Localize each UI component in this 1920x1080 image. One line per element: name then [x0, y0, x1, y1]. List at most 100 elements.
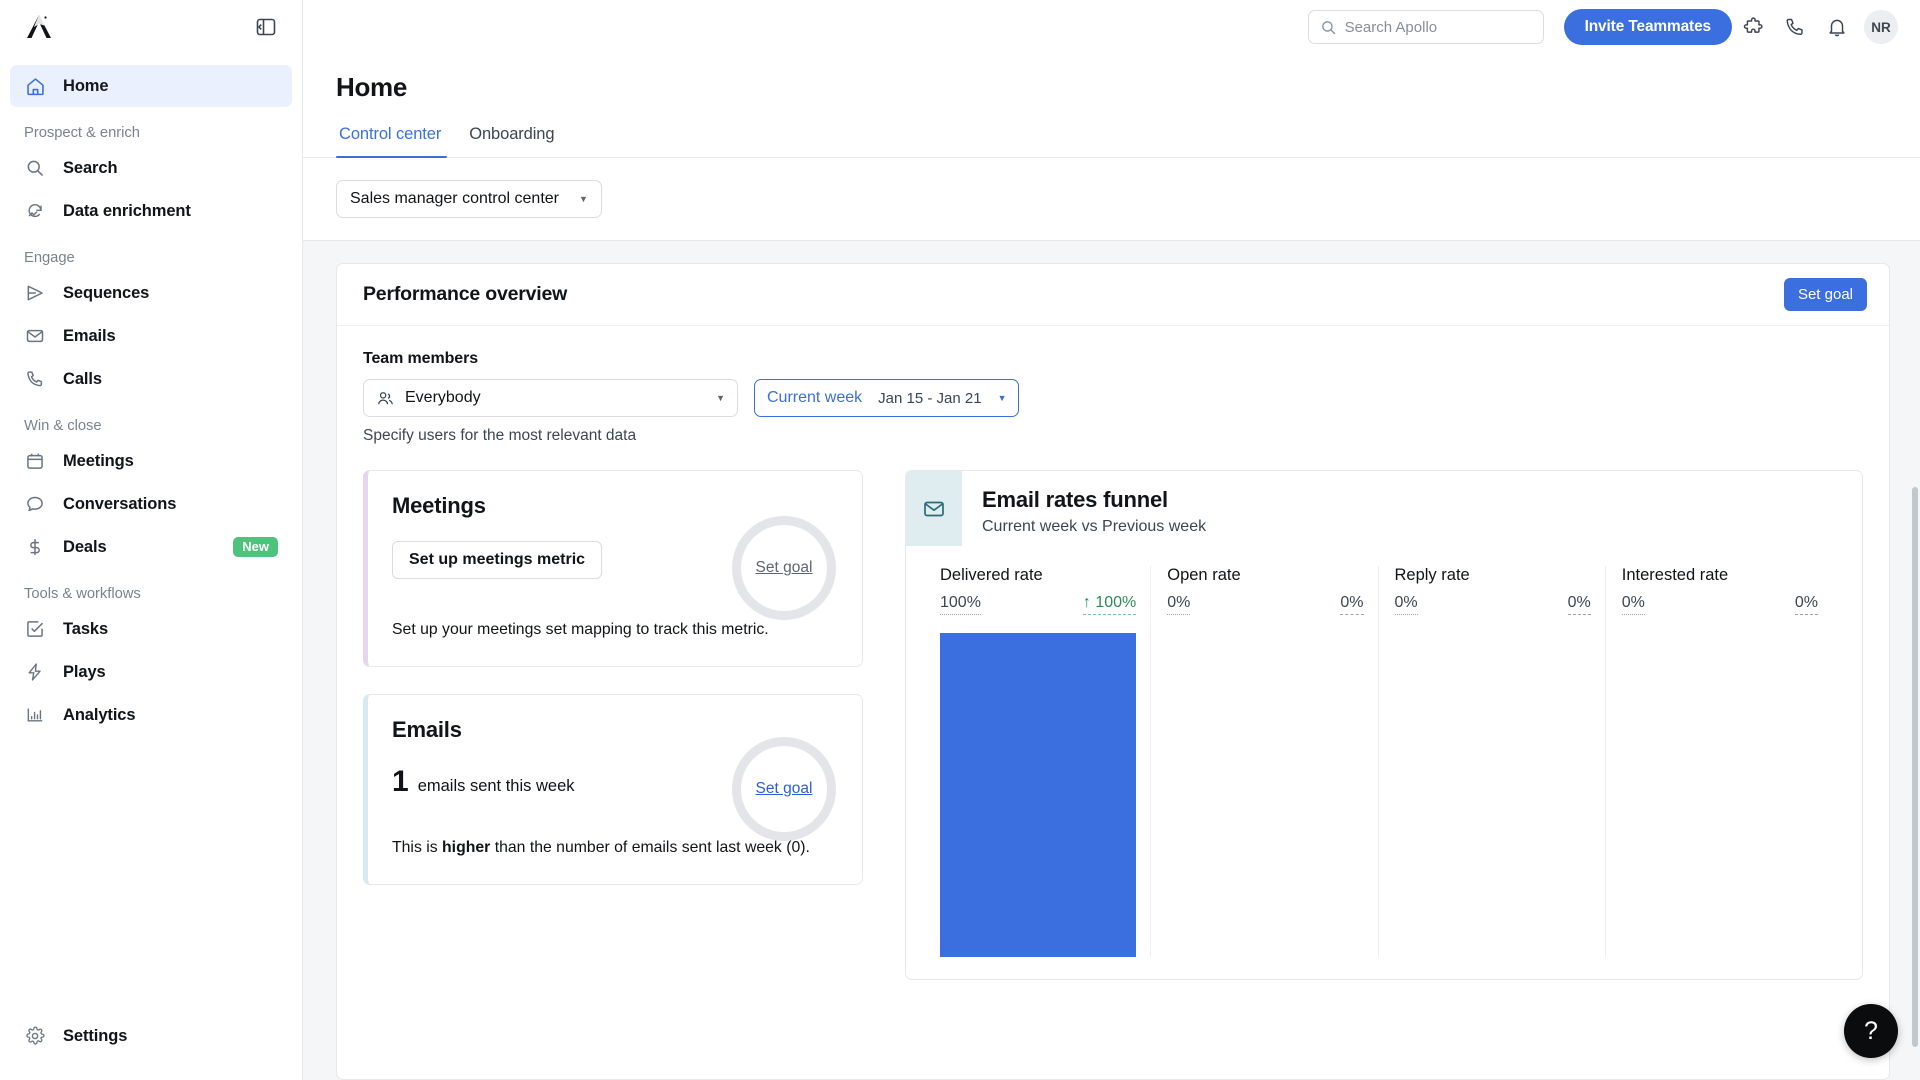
sidebar-item-label: Home: [63, 76, 109, 95]
emails-set-goal-link[interactable]: Set goal: [756, 780, 813, 798]
control-center-select-value: Sales manager control center: [350, 190, 559, 207]
funnel-column-values: 0% 0%: [1621, 594, 1818, 615]
funnel-column-label: Reply rate: [1394, 566, 1470, 584]
funnel-title: Email rates funnel: [982, 487, 1168, 512]
sidebar-item-plays[interactable]: Plays: [10, 651, 292, 693]
funnel-subtitle: Current week vs Previous week: [982, 518, 1207, 535]
emails-footer-post: than the number of emails sent last week…: [490, 838, 810, 856]
avatar[interactable]: NR: [1864, 10, 1898, 44]
funnel-column-label: Delivered rate: [940, 566, 1043, 584]
sidebar-item-analytics[interactable]: Analytics: [10, 694, 292, 736]
meetings-card-title: Meetings: [392, 493, 486, 518]
checkbox-icon: [24, 618, 46, 640]
funnel-column-interested-rate: Interested rate 0% 0%: [1604, 566, 1832, 957]
sidebar-footer: Settings: [0, 1014, 302, 1080]
lightning-icon: [24, 661, 46, 683]
sidebar-item-settings[interactable]: Settings: [10, 1015, 292, 1057]
emails-footer-bold: higher: [442, 838, 491, 856]
funnel-titles: Email rates funnel Current week vs Previ…: [962, 471, 1206, 546]
funnel-current-value[interactable]: 0%: [1167, 594, 1191, 615]
funnel-current-value[interactable]: 100%: [940, 594, 981, 615]
page-header: Home Control center Onboarding Sales man…: [303, 54, 1920, 240]
filters-hint: Specify users for the most relevant data: [363, 427, 637, 444]
sidebar-item-label: Sequences: [63, 283, 150, 302]
team-members-select[interactable]: Everybody ▼: [363, 379, 738, 417]
invite-teammates-button[interactable]: Invite Teammates: [1563, 9, 1732, 45]
funnel-column-reply-rate: Reply rate 0% 0%: [1377, 566, 1605, 957]
emails-count-number: 1: [392, 764, 409, 798]
sidebar-section-title: Win & close: [24, 418, 102, 434]
main-region: Invite Teammates NR Home: [303, 0, 1920, 1080]
app-root: Home Prospect & enrich Search Data enric…: [0, 0, 1920, 1080]
set-goal-button[interactable]: Set goal: [1783, 278, 1867, 311]
metrics-left-column: Meetings Set up meetings metric Set up y…: [363, 470, 863, 980]
date-range-select[interactable]: Current week Jan 15 - Jan 21 ▼: [754, 379, 1020, 417]
funnel-previous-value[interactable]: 0%: [1794, 594, 1818, 615]
sidebar-item-search[interactable]: Search: [10, 147, 292, 189]
sidebar-item-label: Deals: [63, 537, 107, 556]
funnel-bar-area: [1395, 633, 1591, 957]
sidebar-item-meetings[interactable]: Meetings: [10, 440, 292, 482]
search-input[interactable]: [1344, 18, 1532, 36]
gear-icon: [24, 1025, 46, 1047]
search-icon: [24, 157, 46, 179]
funnel-bar-area: [1622, 633, 1818, 957]
bell-icon[interactable]: [1816, 6, 1858, 48]
sidebar-item-home[interactable]: Home: [10, 65, 292, 107]
help-button[interactable]: ?: [1844, 1004, 1898, 1058]
content-area: Performance overview Set goal Team membe…: [303, 240, 1920, 1080]
sidebar-item-label: Plays: [63, 662, 106, 681]
collapse-sidebar-icon[interactable]: [254, 15, 278, 39]
funnel-previous-value[interactable]: ↑ 100%: [1082, 594, 1137, 615]
setup-meetings-metric-button[interactable]: Set up meetings metric: [392, 541, 603, 579]
funnel-previous-value[interactable]: 0%: [1340, 594, 1364, 615]
sidebar-header: [0, 0, 302, 54]
sidebar-item-label: Tasks: [63, 619, 109, 638]
funnel-previous-value[interactable]: 0%: [1567, 594, 1591, 615]
meetings-card-footer: Set up your meetings set mapping to trac…: [392, 621, 769, 638]
sidebar-item-conversations[interactable]: Conversations: [10, 483, 292, 525]
funnel-column-label: Interested rate: [1621, 566, 1729, 584]
sidebar-section-title: Prospect & enrich: [24, 125, 140, 141]
top-bar: Invite Teammates NR: [303, 0, 1920, 54]
funnel-bar: [940, 633, 1137, 957]
funnel-column-label: Open rate: [1167, 566, 1241, 584]
trend-up-icon: ↑: [1082, 594, 1091, 611]
phone-icon[interactable]: [1774, 6, 1816, 48]
emails-goal-ring: Set goal: [732, 737, 836, 842]
sidebar-nav: Home Prospect & enrich Search Data enric…: [0, 54, 302, 1014]
sidebar-section-title: Tools & workflows: [24, 586, 141, 602]
puzzle-icon[interactable]: [1732, 6, 1774, 48]
home-icon: [24, 75, 46, 97]
meetings-set-goal-link[interactable]: Set goal: [756, 559, 813, 577]
sidebar-item-data-enrichment[interactable]: Data enrichment: [10, 190, 292, 232]
sidebar-item-emails[interactable]: Emails: [10, 315, 292, 357]
sidebar-item-deals[interactable]: Deals New: [10, 526, 292, 568]
calendar-icon: [24, 450, 46, 472]
search-input-wrap[interactable]: [1307, 10, 1544, 44]
sidebar-item-label: Emails: [63, 326, 116, 345]
sidebar-item-tasks[interactable]: Tasks: [10, 608, 292, 650]
vertical-scrollbar[interactable]: [1912, 487, 1918, 1047]
funnel-current-value[interactable]: 0%: [1394, 594, 1418, 615]
tab-control-center[interactable]: Control center: [336, 125, 455, 158]
funnel-bar-area: [1167, 633, 1363, 957]
meetings-metric-card: Meetings Set up meetings metric Set up y…: [363, 470, 863, 667]
control-center-select[interactable]: Sales manager control center ▼: [336, 180, 602, 218]
funnel-current-value[interactable]: 0%: [1621, 594, 1645, 615]
funnel-bar-cell: [940, 633, 1137, 957]
funnel-column-delivered-rate: Delivered rate 100% ↑ 100%: [924, 566, 1150, 957]
tab-bar: Control center Onboarding: [303, 125, 1920, 158]
apollo-logo-icon[interactable]: [24, 13, 54, 41]
chat-bubble-icon: [24, 493, 46, 515]
team-members-select-value: Everybody: [405, 389, 481, 406]
meetings-goal-ring: Set goal: [732, 516, 836, 621]
sidebar-item-calls[interactable]: Calls: [10, 358, 292, 400]
chevron-down-icon: ▼: [579, 193, 588, 204]
tab-onboarding[interactable]: Onboarding: [455, 125, 568, 157]
search-icon: [1320, 19, 1337, 36]
funnel-column-open-rate: Open rate 0% 0%: [1150, 566, 1377, 957]
funnel-previous-number: 100%: [1095, 594, 1137, 611]
sidebar-item-sequences[interactable]: Sequences: [10, 272, 292, 314]
envelope-icon: [24, 325, 46, 347]
